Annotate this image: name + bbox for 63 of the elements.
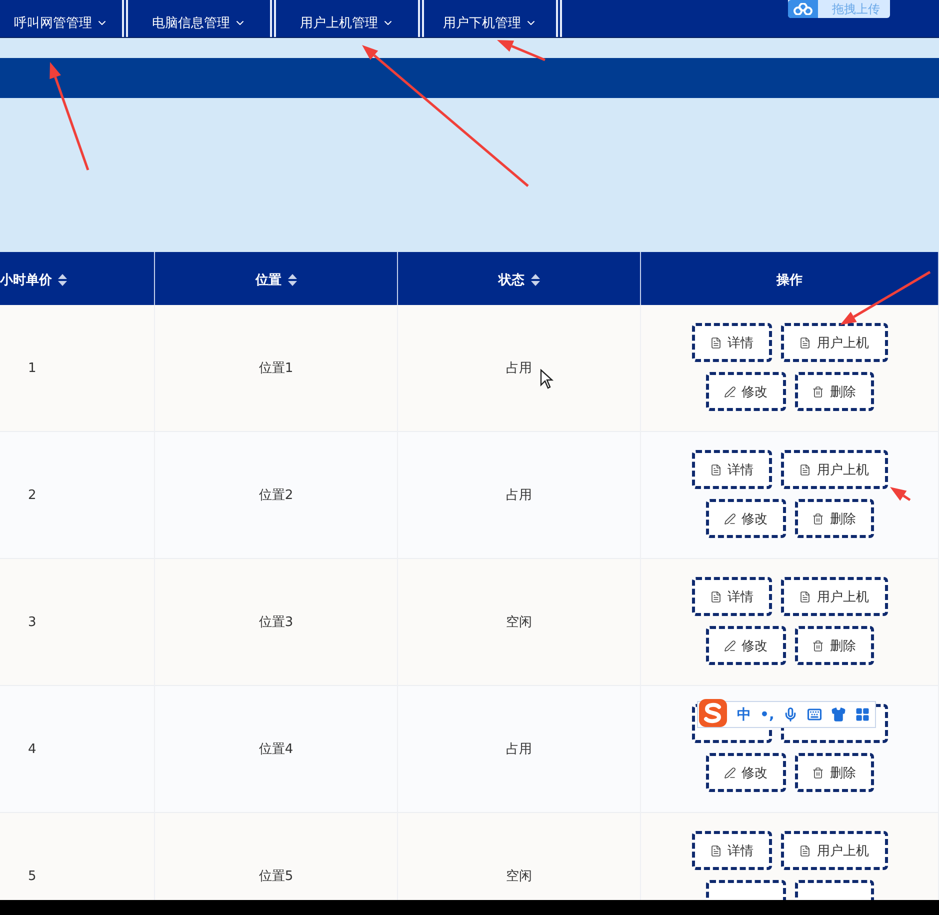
table-cell-text: 占用 [506, 360, 532, 377]
action-button[interactable]: 删除 [794, 626, 874, 665]
pencil-icon [724, 512, 736, 524]
table-cell-text: 空闲 [506, 868, 532, 885]
action-button[interactable]: 详情 [692, 831, 772, 870]
table-cell-text: 占用 [506, 741, 532, 758]
cloud-icon [788, 0, 818, 18]
table-cell: 4 [28, 742, 36, 756]
document-icon [710, 336, 722, 348]
table-cell-text: 位置1 [258, 360, 294, 377]
keyboard-icon[interactable] [807, 707, 822, 722]
pencil-icon [724, 386, 736, 398]
grid-icon[interactable] [855, 707, 870, 722]
action-button[interactable]: 删除 [794, 372, 874, 411]
action-button[interactable]: 用户上机 [780, 577, 888, 616]
trash-icon [812, 386, 824, 398]
table-cell: 1 [28, 360, 36, 376]
action-button[interactable]: 详情 [692, 323, 772, 362]
action-button[interactable]: 删除 [794, 753, 874, 792]
document-icon [799, 464, 811, 476]
column-header: 状态 [498, 272, 524, 288]
column-header: 操作 [776, 272, 802, 288]
shirt-icon[interactable] [831, 707, 846, 722]
document-icon [710, 464, 722, 476]
table-cell-text: 位置3 [258, 614, 294, 631]
action-button[interactable]: 用户上机 [780, 323, 888, 362]
action-button[interactable]: 修改 [706, 372, 786, 411]
table-cell-text: 位置5 [258, 868, 294, 885]
pencil-icon [724, 640, 736, 652]
trash-icon [812, 766, 824, 778]
annotation-arrow [890, 487, 911, 502]
action-button[interactable]: 删除 [794, 499, 874, 538]
table-cell: 2 [28, 488, 36, 502]
ime-mode-toggle[interactable]: 中 [737, 706, 751, 724]
ime-punctuation-toggle[interactable]: •, [760, 706, 774, 722]
pencil-icon [724, 766, 736, 778]
document-icon [799, 336, 811, 348]
document-icon [710, 844, 722, 856]
table-cell: 5 [28, 868, 36, 884]
action-button[interactable]: 修改 [706, 499, 786, 538]
sort-icon[interactable] [58, 274, 67, 286]
action-button[interactable]: 用户上机 [780, 831, 888, 870]
action-button[interactable]: 用户上机 [780, 450, 888, 489]
table-cell: 3 [28, 614, 36, 630]
table-cell-text: 占用 [506, 487, 532, 504]
column-header: 小时单价 [0, 272, 52, 288]
action-button[interactable]: 详情 [692, 577, 772, 616]
action-button[interactable]: 详情 [692, 450, 772, 489]
document-icon [799, 590, 811, 602]
trash-icon [812, 512, 824, 524]
table-cell-text: 位置2 [258, 487, 294, 504]
action-button[interactable]: 修改 [706, 626, 786, 665]
action-button[interactable]: 修改 [706, 753, 786, 792]
table-cell-text: 空闲 [506, 614, 532, 631]
table-cell-text: 位置4 [258, 741, 294, 758]
sort-icon[interactable] [288, 274, 296, 286]
trash-icon [812, 640, 824, 652]
microphone-icon[interactable] [783, 707, 798, 722]
document-icon [710, 590, 722, 602]
sort-icon[interactable] [530, 274, 540, 286]
column-header: 位置 [256, 272, 282, 288]
cursor-icon [540, 369, 554, 389]
document-icon [799, 844, 811, 856]
